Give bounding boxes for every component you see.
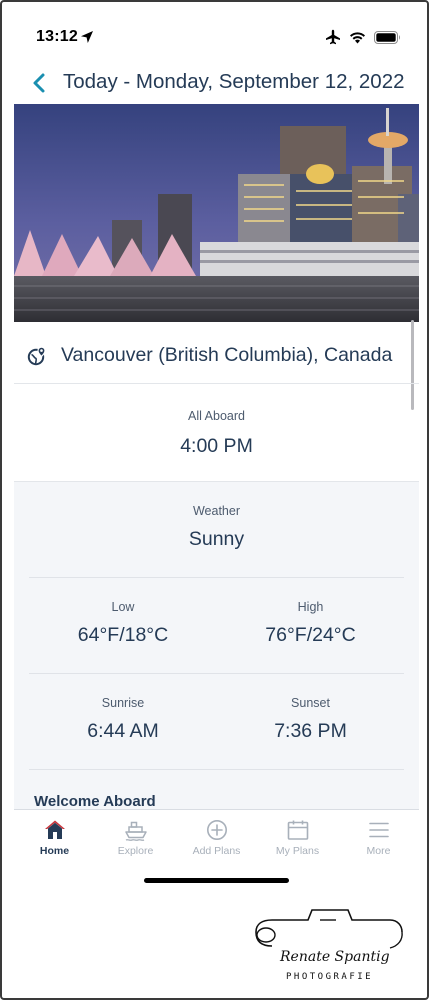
calendar-icon [287,820,308,840]
weather-label: Weather [192,504,240,518]
tab-more[interactable]: More [338,810,419,867]
welcome-heading: Welcome Aboard [34,793,156,810]
tab-explore-label: Explore [117,845,154,857]
port-name: Vancouver (British Columbia), Canada [61,344,393,366]
status-time: 13:12 [36,28,78,45]
page-title: Today - Monday, September 12, 2022 [63,70,405,93]
phone-frame: 13:12 Today - Monday, September 12, 2022… [0,0,429,1000]
location-arrow-icon [81,31,93,43]
tab-bar: Home Explore Add Plans My Plans More [14,809,419,867]
low-temp-value: 64°F/18°C [77,624,169,646]
temperature-row: Low 64°F/18°C High 76°F/24°C [29,578,404,674]
all-aboard-section: All Aboard 4:00 PM [14,385,419,481]
battery-icon [374,30,400,44]
all-aboard-label: All Aboard [188,409,245,423]
plus-circle-icon [206,820,227,840]
high-temp-label: High [297,600,324,614]
weather-value: Sunny [188,528,245,550]
sun-row: Sunrise 6:44 AM Sunset 7:36 PM [29,674,404,770]
globe-pin-icon [27,346,46,366]
tab-more-label: More [366,845,391,857]
tab-my-plans-label: My Plans [275,845,320,857]
sunrise-label: Sunrise [101,696,145,710]
port-location-row: Vancouver (British Columbia), Canada [14,338,419,384]
watermark-subtitle: PHOTOGRAFIE [286,972,374,982]
watermark-name: Renate Spantig [280,949,390,965]
page-header: Today - Monday, September 12, 2022 [2,64,427,102]
tab-add-plans[interactable]: Add Plans [176,810,257,867]
sunset-value: 7:36 PM [274,720,347,742]
tab-my-plans[interactable]: My Plans [257,810,338,867]
tab-home[interactable]: Home [14,810,95,867]
home-icon [44,820,65,839]
weather-row: Weather Sunny [29,482,404,578]
tab-add-plans-label: Add Plans [192,845,241,857]
port-hero-image [14,104,419,322]
airplane-icon [326,29,340,45]
all-aboard-time: 4:00 PM [180,435,253,457]
hamburger-icon [368,822,389,838]
tab-explore[interactable]: Explore [95,810,176,867]
sunrise-value: 6:44 AM [87,720,159,742]
chevron-left-icon[interactable] [30,72,50,94]
status-bar: 13:12 [2,26,427,50]
wifi-icon [350,31,365,43]
ship-icon [124,821,147,841]
port-info-panel: Weather Sunny Low 64°F/18°C High 76°F/24… [14,481,419,810]
tab-home-label: Home [39,845,70,857]
high-temp-value: 76°F/24°C [265,624,356,646]
home-indicator[interactable] [144,878,289,883]
sunset-label: Sunset [291,696,330,710]
photographer-watermark: Renate Spantig PHOTOGRAFIE [250,902,410,992]
low-temp-label: Low [111,600,135,614]
status-icons [325,29,401,45]
